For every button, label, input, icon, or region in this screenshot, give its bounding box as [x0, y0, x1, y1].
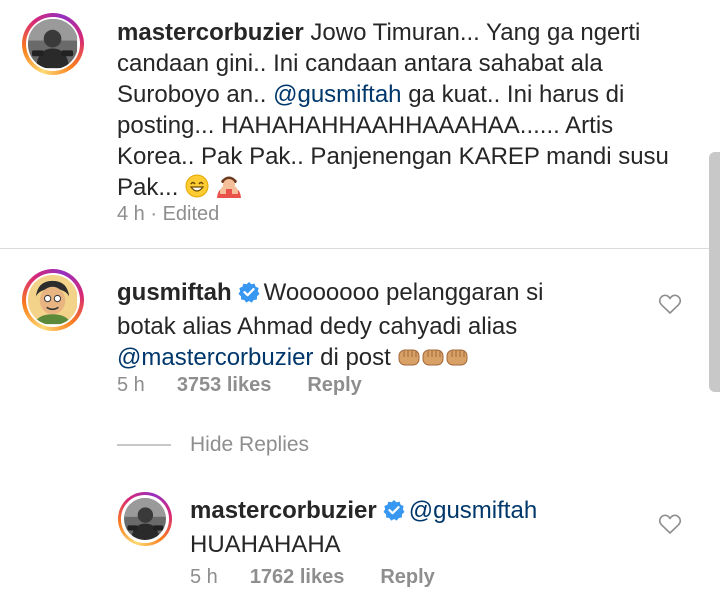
fist-emoji-icon [397, 345, 421, 376]
avatar-photo [123, 497, 167, 541]
heart-icon [658, 514, 682, 534]
comment-meta: 5 h 3753 likes Reply [117, 374, 362, 397]
like-button[interactable] [658, 513, 682, 540]
comment-time: 5 h [117, 374, 145, 396]
comment-mention[interactable]: @gusmiftah [409, 497, 537, 524]
hide-replies-line [117, 444, 171, 446]
divider [0, 248, 720, 249]
avatar[interactable] [22, 269, 84, 331]
face-palm-emoji-icon [216, 174, 242, 206]
avatar-photo [28, 19, 78, 69]
hide-replies-button[interactable]: Hide Replies [190, 433, 309, 457]
avatar-illustration [28, 275, 78, 325]
fist-emoji-icon [421, 345, 445, 376]
comment-likes[interactable]: 3753 likes [177, 374, 272, 397]
reply-button[interactable]: Reply [380, 566, 434, 589]
comment-time: 4 h [117, 203, 145, 225]
comment-text: HUAHAHAHA [190, 531, 341, 558]
comment-meta: 4 h · Edited [117, 203, 219, 226]
comment-username[interactable]: mastercorbuzier [190, 497, 377, 524]
comment-time: 5 h [190, 566, 218, 588]
comment-body: mastercorbuzier Jowo Timuran... Yang ga … [117, 17, 677, 206]
verified-badge-icon [238, 280, 260, 311]
avatar[interactable] [118, 492, 172, 546]
comment-body: mastercorbuzier @gusmiftah HUAHAHAHA [190, 495, 630, 560]
like-button[interactable] [658, 293, 682, 320]
comment-text-rest: di post [313, 344, 398, 371]
comment-gusmiftah: gusmiftah Wooooooo pelanggaran si botak a… [0, 255, 720, 415]
reply-comment: mastercorbuzier @gusmiftah HUAHAHAHA 5 h … [0, 480, 720, 609]
comment-meta: 5 h 1762 likes Reply [190, 566, 435, 589]
verified-badge-icon [383, 498, 405, 529]
comment-body: gusmiftah Wooooooo pelanggaran si botak a… [117, 277, 557, 376]
comment-mention[interactable]: @mastercorbuzier [117, 344, 313, 371]
meta-separator: · [144, 203, 163, 225]
fist-emoji-icon [445, 345, 469, 376]
avatar[interactable] [22, 13, 84, 75]
comment-username[interactable]: gusmiftah [117, 279, 232, 306]
comment-edited: Edited [162, 203, 220, 225]
heart-icon [658, 294, 682, 314]
grinning-emoji-icon [185, 174, 209, 206]
comment-username[interactable]: mastercorbuzier [117, 19, 304, 46]
comment-likes[interactable]: 1762 likes [250, 566, 345, 589]
comment-mention[interactable]: @gusmiftah [273, 81, 401, 108]
comment-mastercorbuzier: mastercorbuzier Jowo Timuran... Yang ga … [0, 0, 720, 240]
reply-button[interactable]: Reply [307, 374, 361, 397]
scrollbar[interactable] [709, 152, 720, 392]
